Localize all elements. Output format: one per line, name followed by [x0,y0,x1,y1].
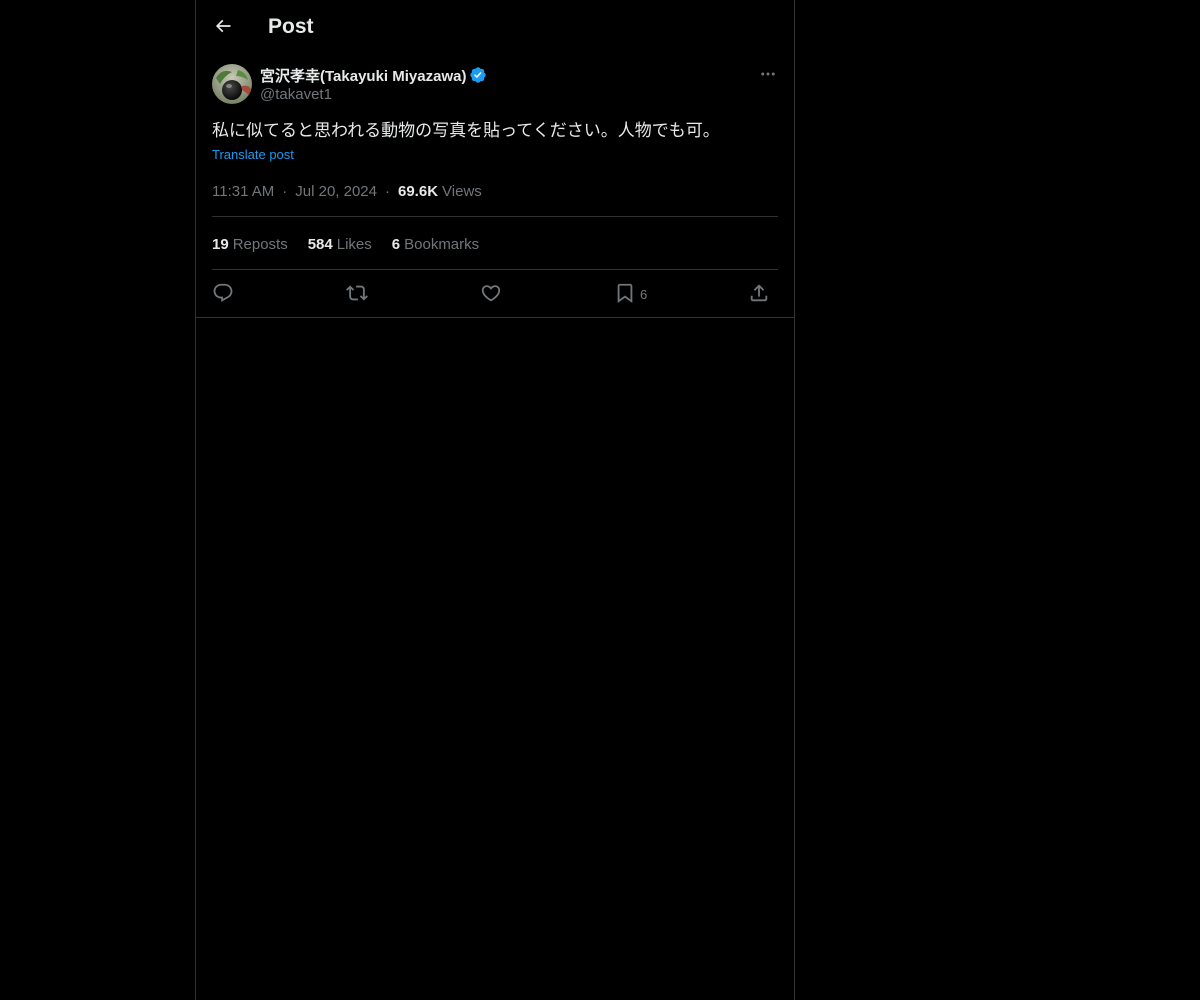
avatar[interactable] [212,64,252,104]
views-label: Views [442,182,482,200]
bookmarks-label: Bookmarks [404,235,480,253]
more-icon [761,72,775,76]
post-meta: 11:31 AM · Jul 20, 2024 · 69.6K Views [212,181,482,201]
reply-button[interactable] [212,280,234,306]
post-detail-column: Post 宮沢孝幸(Takayuki Miyazawa) @takavet1 私… [195,0,795,1000]
likes-label: Likes [336,235,372,253]
page-title: Post [268,15,314,38]
page-header: Post [196,0,794,53]
reposts-count: 19 [212,235,229,253]
heart-icon [481,285,501,302]
bookmark-button[interactable]: 6 [614,280,647,306]
more-options-button[interactable] [758,64,778,84]
share-button[interactable] [748,280,770,306]
views-count: 69.6K [398,182,439,200]
reply-icon [213,283,233,302]
bookmark-count: 6 [640,287,648,302]
divider [196,317,794,318]
reposts-label: Reposts [232,235,288,253]
repost-button[interactable] [346,280,368,306]
post-author: 宮沢孝幸(Takayuki Miyazawa) @takavet1 [212,64,778,106]
bookmark-icon [617,283,633,304]
meta-separator: · [385,182,390,200]
divider [212,216,778,217]
divider [212,269,778,270]
post-text: 私に似てると思われる動物の写真を貼ってください。人物でも可。 [212,121,720,141]
likes-stat[interactable]: 584 Likes [308,236,372,253]
bookmarks-count: 6 [391,235,401,253]
translate-post-link[interactable]: Translate post [212,146,294,164]
likes-count: 584 [307,235,333,253]
bookmarks-stat[interactable]: 6 Bookmarks [392,236,479,253]
post-time[interactable]: 11:31 AM [212,183,274,200]
share-icon [750,284,768,302]
like-button[interactable] [480,280,502,306]
author-handle[interactable]: @takavet1 [260,86,332,103]
post-date[interactable]: Jul 20, 2024 [295,183,377,200]
back-button[interactable] [208,11,238,41]
arrow-left-icon [215,19,231,33]
verified-badge-icon [469,66,487,84]
post-stats: 19 Reposts 584 Likes 6 Bookmarks [212,234,499,254]
display-name-wrap: 宮沢孝幸(Takayuki Miyazawa) [260,65,487,85]
display-name[interactable]: 宮沢孝幸(Takayuki Miyazawa) [260,65,466,86]
reposts-stat[interactable]: 19 Reposts [212,236,288,253]
repost-icon [346,285,368,301]
post-actions: 6 [212,280,778,306]
meta-separator: · [282,182,288,200]
